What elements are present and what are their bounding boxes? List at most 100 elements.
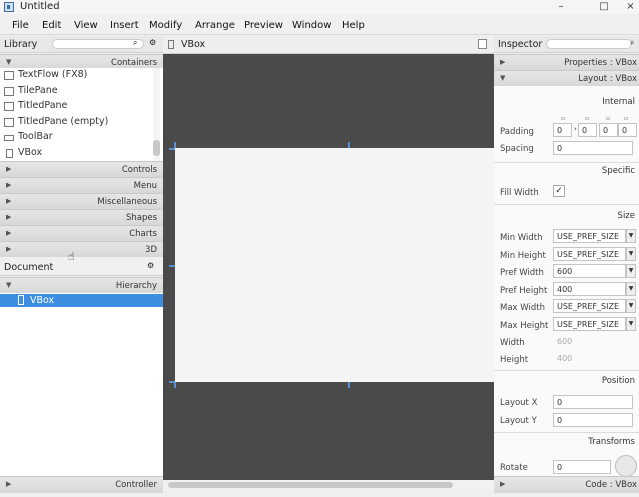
tree-item-label: VBox bbox=[30, 295, 55, 306]
max-height-field[interactable]: USE_PREF_SIZE bbox=[553, 317, 626, 331]
chevron-down-icon[interactable]: ▼ bbox=[626, 299, 636, 313]
min-height-field[interactable]: USE_PREF_SIZE bbox=[553, 247, 626, 261]
library-scrollbar[interactable] bbox=[153, 68, 160, 161]
group-title-internal: Internal bbox=[602, 97, 635, 107]
chevron-right-icon: ▶ bbox=[500, 58, 506, 66]
library-item-vbox[interactable]: VBox bbox=[0, 146, 150, 162]
menu-insert[interactable]: Insert bbox=[110, 20, 139, 31]
padding-label: Padding bbox=[500, 127, 534, 137]
section-shapes[interactable]: ▶ Shapes bbox=[0, 209, 163, 225]
library-item-textflow[interactable]: TextFlow (FX8) bbox=[0, 68, 150, 84]
inspector-search-input[interactable] bbox=[546, 39, 632, 49]
layout-x-field[interactable]: 0 bbox=[553, 395, 633, 409]
scrollbar-thumb[interactable] bbox=[153, 140, 160, 156]
minimize-button[interactable]: – bbox=[548, 0, 574, 14]
menu-bar: File Edit View Insert Modify Arrange Pre… bbox=[0, 17, 639, 35]
canvas-breadcrumb-bar: VBox bbox=[163, 36, 494, 54]
pref-width-field[interactable]: 600 bbox=[553, 264, 626, 278]
library-search-input[interactable] bbox=[52, 39, 144, 49]
chevron-down-icon[interactable]: ▼ bbox=[626, 247, 636, 261]
tree-item-vbox[interactable]: VBox bbox=[0, 294, 163, 307]
gear-icon[interactable]: ⚙ bbox=[149, 38, 156, 47]
menu-modify[interactable]: Modify bbox=[149, 20, 182, 31]
rotate-field[interactable]: 0 bbox=[553, 460, 611, 474]
library-item-titledpane-empty[interactable]: TitledPane (empty) bbox=[0, 115, 150, 131]
inspector-header: Inspector ⌕ bbox=[494, 36, 639, 53]
rotate-knob[interactable] bbox=[615, 455, 637, 477]
max-width-label: Max Width bbox=[500, 303, 545, 313]
chevron-right-icon: ▶ bbox=[6, 197, 12, 205]
menu-preview[interactable]: Preview bbox=[244, 20, 283, 31]
item-label: TilePane bbox=[18, 84, 58, 96]
max-width-field[interactable]: USE_PREF_SIZE bbox=[553, 299, 626, 313]
library-item-toolbar[interactable]: ToolBar bbox=[0, 130, 150, 146]
section-controls[interactable]: ▶ Controls bbox=[0, 161, 163, 177]
chevron-right-icon: ▶ bbox=[6, 213, 12, 221]
chevron-right-icon: ▶ bbox=[6, 480, 12, 488]
padding-top-icon: ▫ bbox=[561, 115, 566, 122]
resize-handle[interactable] bbox=[348, 142, 350, 148]
resize-handle[interactable] bbox=[348, 382, 350, 388]
divider bbox=[494, 204, 639, 205]
width-value: 600 bbox=[557, 337, 573, 346]
menu-window[interactable]: Window bbox=[292, 20, 331, 31]
link-icon[interactable]: › bbox=[574, 125, 577, 133]
section-menu[interactable]: ▶ Menu bbox=[0, 177, 163, 193]
section-3d[interactable]: ▶ 3D bbox=[0, 241, 163, 257]
menu-help[interactable]: Help bbox=[342, 20, 365, 31]
width-label: Width bbox=[500, 338, 525, 348]
resize-handle[interactable] bbox=[169, 265, 175, 267]
library-list: TextFlow (FX8) TilePane TitledPane Title… bbox=[0, 68, 163, 161]
fill-width-checkbox[interactable]: ✓ bbox=[553, 185, 565, 197]
close-button[interactable]: × bbox=[622, 0, 639, 14]
section-properties[interactable]: ▶ Properties : VBox bbox=[494, 54, 639, 70]
document-title: Document bbox=[4, 262, 54, 273]
section-code[interactable]: ▶ Code : VBox bbox=[494, 476, 639, 493]
height-value: 400 bbox=[557, 354, 573, 363]
menu-edit[interactable]: Edit bbox=[42, 20, 61, 31]
resize-handle[interactable] bbox=[169, 148, 175, 150]
section-label: Controller bbox=[115, 480, 157, 490]
document-icon[interactable] bbox=[478, 39, 487, 49]
section-hierarchy[interactable]: ▼ Hierarchy bbox=[0, 277, 163, 293]
padding-left-field[interactable]: 0 bbox=[618, 123, 637, 137]
textflow-icon bbox=[4, 71, 14, 80]
min-height-label: Min Height bbox=[500, 251, 546, 261]
section-miscellaneous[interactable]: ▶ Miscellaneous bbox=[0, 193, 163, 209]
toolbar-icon bbox=[4, 135, 14, 142]
layout-inspector-body: Internal ▫ ▫ ▫ ▫ Padding 0 › 0 0 0 Spaci… bbox=[494, 86, 639, 477]
chevron-right-icon: ▶ bbox=[500, 480, 506, 488]
menu-view[interactable]: View bbox=[74, 20, 98, 31]
vbox-node[interactable] bbox=[175, 148, 494, 382]
menu-file[interactable]: File bbox=[12, 20, 29, 31]
chevron-down-icon[interactable]: ▼ bbox=[626, 229, 636, 243]
spacing-field[interactable]: 0 bbox=[553, 141, 633, 155]
vbox-icon bbox=[168, 40, 174, 49]
section-label: Properties : VBox bbox=[564, 58, 637, 68]
hierarchy-tree: VBox bbox=[0, 293, 163, 476]
maximize-button[interactable]: □ bbox=[591, 0, 617, 14]
section-label: Containers bbox=[111, 58, 157, 68]
canvas-horizontal-scrollbar[interactable] bbox=[163, 480, 494, 490]
breadcrumb[interactable]: VBox bbox=[181, 39, 205, 50]
padding-top-field[interactable]: 0 bbox=[553, 123, 572, 137]
library-item-tilepane[interactable]: TilePane bbox=[0, 84, 150, 100]
chevron-down-icon[interactable]: ▼ bbox=[626, 282, 636, 296]
section-charts[interactable]: ▶ Charts bbox=[0, 225, 163, 241]
chevron-down-icon[interactable]: ▼ bbox=[626, 317, 636, 331]
pref-height-field[interactable]: 400 bbox=[553, 282, 626, 296]
resize-handle[interactable] bbox=[169, 381, 175, 383]
library-item-titledpane[interactable]: TitledPane bbox=[0, 99, 150, 115]
section-controller[interactable]: ▶ Controller bbox=[0, 476, 163, 493]
padding-bottom-field[interactable]: 0 bbox=[599, 123, 618, 137]
min-width-field[interactable]: USE_PREF_SIZE bbox=[553, 229, 626, 243]
scrollbar-thumb[interactable] bbox=[168, 482, 453, 488]
padding-right-field[interactable]: 0 bbox=[578, 123, 597, 137]
layout-y-field[interactable]: 0 bbox=[553, 413, 633, 427]
gear-icon[interactable]: ⚙ bbox=[147, 261, 154, 270]
menu-arrange[interactable]: Arrange bbox=[195, 20, 235, 31]
library-title: Library bbox=[4, 39, 38, 50]
vbox-icon bbox=[6, 149, 13, 158]
chevron-down-icon[interactable]: ▼ bbox=[626, 264, 636, 278]
section-layout[interactable]: ▼ Layout : VBox bbox=[494, 70, 639, 86]
